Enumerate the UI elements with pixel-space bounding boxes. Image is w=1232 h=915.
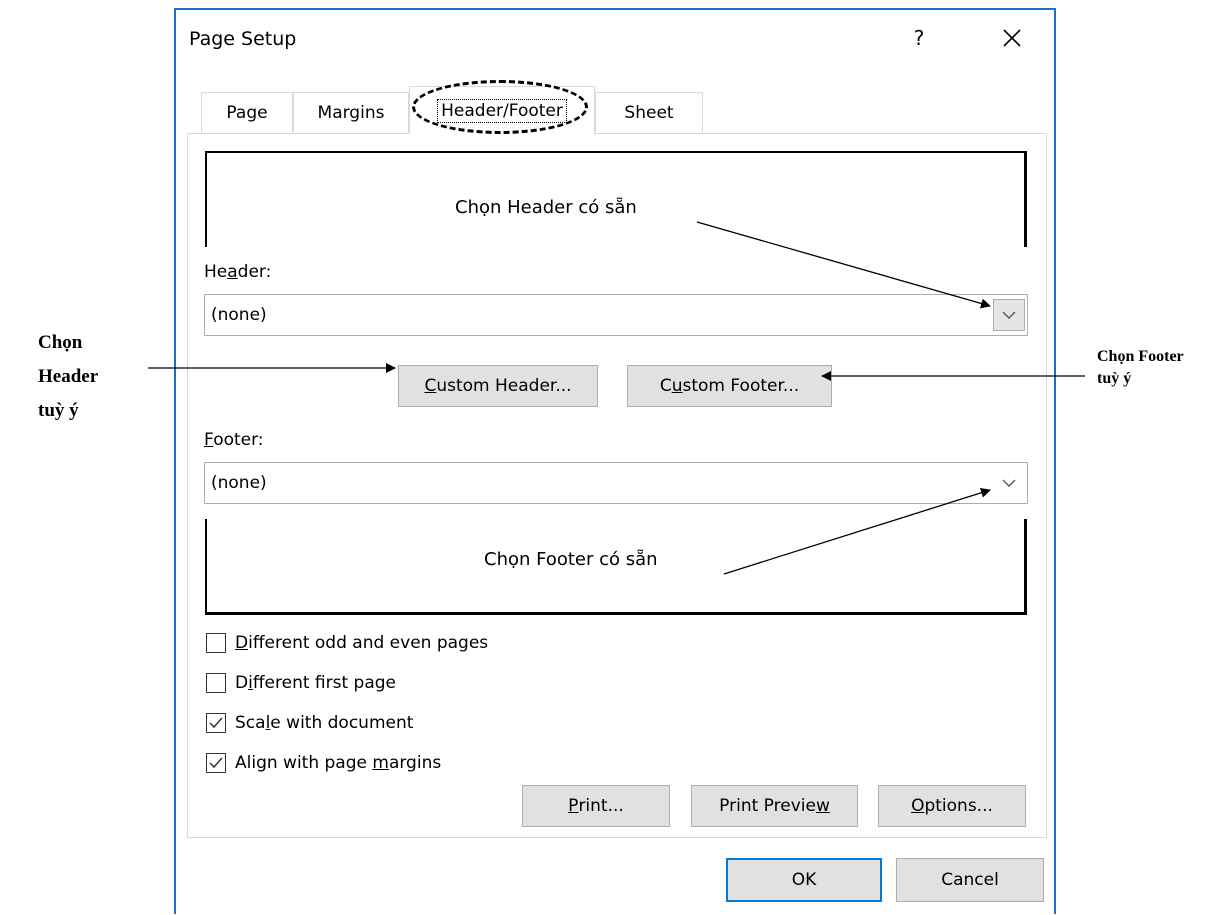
tab-header-footer-label: Header/Footer bbox=[437, 98, 567, 123]
header-preset-annotation: Chọn Header có sẵn bbox=[455, 197, 637, 218]
footer-preview: Chọn Footer có sẵn bbox=[205, 519, 1027, 615]
checkbox-label: Different first page bbox=[235, 673, 396, 693]
custom-header-callout: Chọn Header tuỳ ý bbox=[38, 332, 99, 421]
header-dropdown-button[interactable] bbox=[993, 299, 1025, 331]
print-preview-button[interactable]: Print Previe w bbox=[691, 785, 858, 827]
tab-header-footer[interactable]: Header/Footer bbox=[409, 86, 595, 134]
header-select[interactable]: (none) bbox=[204, 294, 1028, 336]
ok-button[interactable]: OK bbox=[726, 858, 882, 902]
checkbox-box[interactable] bbox=[206, 713, 226, 733]
align-with-margins-checkbox[interactable]: Align with page margins bbox=[206, 750, 441, 776]
footer-select[interactable]: (none) bbox=[204, 462, 1028, 504]
header-preview: Chọn Header có sẵn bbox=[205, 151, 1027, 247]
help-button[interactable]: ? bbox=[907, 26, 931, 50]
close-button[interactable] bbox=[996, 22, 1028, 54]
options-button[interactable]: Options... bbox=[878, 785, 1026, 827]
checkbox-box[interactable] bbox=[206, 673, 226, 693]
different-first-page-checkbox[interactable]: Different first page bbox=[206, 670, 396, 696]
header-footer-panel: Chọn Header có sẵn Header: (none) Custom… bbox=[187, 133, 1047, 838]
tab-page[interactable]: Page bbox=[201, 92, 293, 132]
checkmark-icon bbox=[209, 757, 223, 769]
close-icon bbox=[1003, 29, 1021, 47]
footer-select-value: (none) bbox=[211, 473, 267, 493]
checkmark-icon bbox=[209, 717, 223, 729]
tab-margins-label: Margins bbox=[317, 102, 385, 123]
page-setup-dialog: Page Setup ? Page Margins Header/Footer … bbox=[174, 8, 1056, 914]
print-button[interactable]: Print... bbox=[522, 785, 670, 827]
tab-sheet-label: Sheet bbox=[624, 102, 674, 123]
footer-dropdown-button[interactable] bbox=[993, 467, 1025, 499]
checkbox-label: Scale with document bbox=[235, 713, 414, 733]
cancel-button[interactable]: Cancel bbox=[896, 858, 1044, 902]
tab-margins[interactable]: Margins bbox=[293, 92, 409, 132]
tab-sheet[interactable]: Sheet bbox=[595, 92, 703, 132]
header-label: Header: bbox=[204, 262, 272, 282]
tab-page-label: Page bbox=[226, 102, 268, 123]
chevron-down-icon bbox=[1002, 311, 1016, 319]
footer-preset-annotation: Chọn Footer có sẵn bbox=[484, 549, 658, 570]
footer-label: Footer: bbox=[204, 430, 264, 450]
scale-with-document-checkbox[interactable]: Scale with document bbox=[206, 710, 413, 736]
custom-footer-button[interactable]: Cu stom Footer... bbox=[627, 365, 832, 407]
checkbox-label: Different odd and even pages bbox=[235, 633, 489, 653]
checkbox-box[interactable] bbox=[206, 753, 226, 773]
custom-header-button[interactable]: Custom Header... bbox=[398, 365, 598, 407]
checkbox-box[interactable] bbox=[206, 633, 226, 653]
chevron-down-icon bbox=[1002, 479, 1016, 487]
dialog-title: Page Setup bbox=[189, 28, 297, 50]
header-select-value: (none) bbox=[211, 305, 267, 325]
different-odd-even-checkbox[interactable]: Different odd and even pages bbox=[206, 630, 488, 656]
checkbox-label: Align with page margins bbox=[235, 753, 442, 773]
custom-footer-callout: Chọn Footer tuỳ ý bbox=[1097, 348, 1184, 387]
